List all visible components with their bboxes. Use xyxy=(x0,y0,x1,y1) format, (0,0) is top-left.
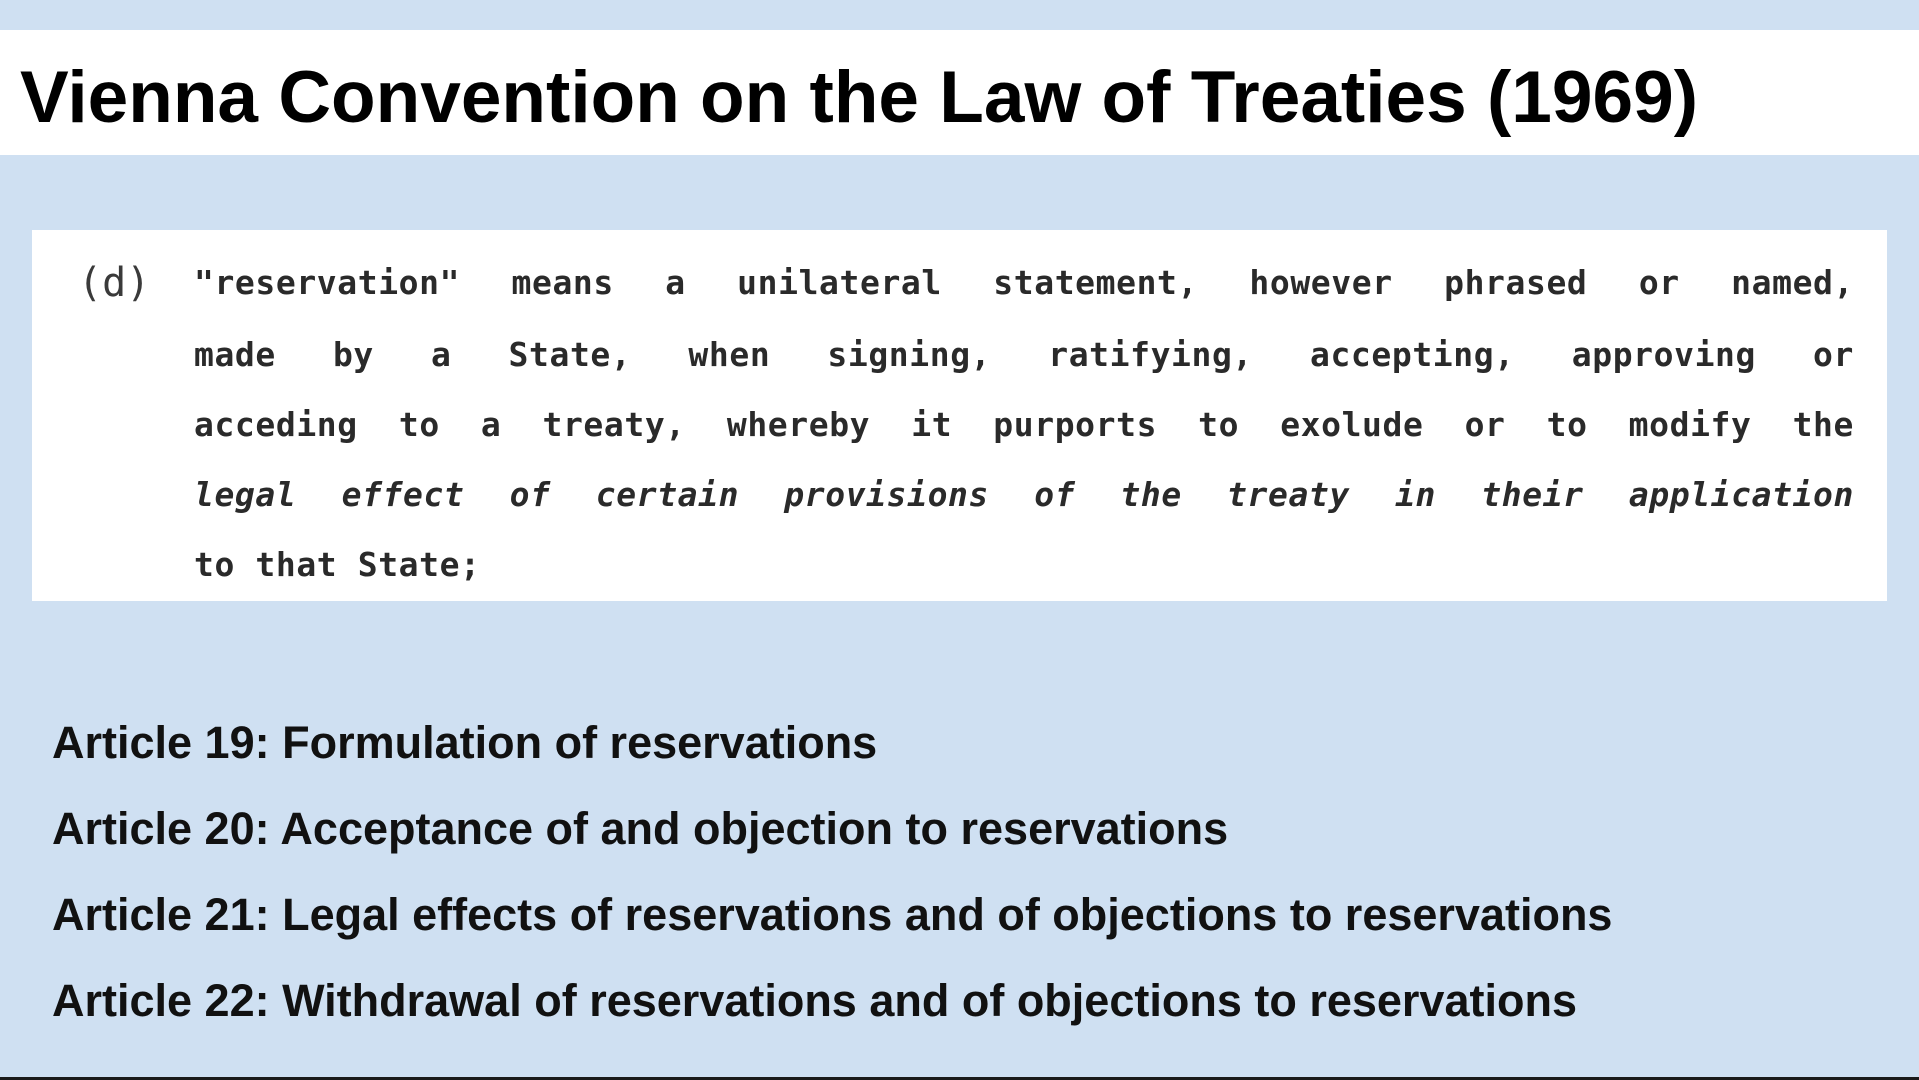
treaty-excerpt-image: (d) "reservation" means a unilateral sta… xyxy=(32,230,1887,601)
article-item: Article 21: Legal effects of reservation… xyxy=(52,889,1613,940)
excerpt-marker: (d) xyxy=(78,260,151,306)
excerpt-line: acceding to a treaty, whereby it purport… xyxy=(194,405,1854,444)
article-item: Article 22: Withdrawal of reservations a… xyxy=(52,975,1577,1026)
slide-title: Vienna Convention on the Law of Treaties… xyxy=(20,57,1699,138)
excerpt-line: made by a State, when signing, ratifying… xyxy=(194,335,1854,374)
excerpt-line: to that State; xyxy=(194,545,481,584)
article-item: Article 20: Acceptance of and objection … xyxy=(52,803,1229,854)
excerpt-line: "reservation" means a unilateral stateme… xyxy=(194,263,1854,302)
slide: Vienna Convention on the Law of Treaties… xyxy=(0,0,1919,1080)
excerpt-line: legal effect of certain provisions of th… xyxy=(194,475,1854,514)
article-item: Article 19: Formulation of reservations xyxy=(52,717,878,768)
article-list: Article 19: Formulation of reservations … xyxy=(52,700,1612,1044)
